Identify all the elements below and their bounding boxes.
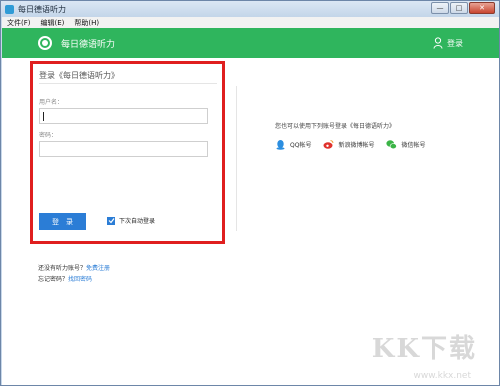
menu-bar: 文件(F) 编辑(E) 帮助(H) (2, 17, 499, 28)
reset-password-link[interactable]: 找回密码 (68, 276, 92, 283)
forgot-text: 忘记密码？ (38, 276, 69, 283)
qq-label: QQ帐号 (290, 142, 312, 149)
app-content: 每日德语听力 登录 登录《每日德语听力》 用户名： 密码： 登 录 下次自动登录… (2, 28, 499, 385)
weibo-icon (323, 140, 334, 149)
wechat-icon (386, 140, 398, 150)
weibo-login-button[interactable]: 新浪微博帐号 (323, 139, 374, 150)
third-party-login: 您也可以使用下列账号登录《每日德语听力》 QQ帐号 新浪微博帐号 微信帐号 (275, 121, 425, 150)
watermark-logo: KK下载 (371, 334, 477, 364)
no-account-text: 还没有听力账号？ (38, 265, 87, 272)
forgot-row: 忘记密码？找回密码 (38, 274, 110, 285)
window-title: 每日德语听力 (18, 4, 66, 14)
minimize-button[interactable]: — (431, 2, 449, 14)
header-login-button[interactable]: 登录 (433, 37, 463, 49)
third-party-providers: QQ帐号 新浪微博帐号 微信帐号 (275, 139, 437, 150)
user-icon (433, 37, 443, 49)
app-window: 每日德语听力 — □ ✕ 文件(F) 编辑(E) 帮助(H) 每日德语听力 登录 (0, 0, 500, 386)
maximize-button[interactable]: □ (450, 2, 468, 14)
qq-icon (276, 140, 285, 150)
menu-edit[interactable]: 编辑(E) (36, 18, 70, 28)
account-links: 还没有听力账号？免费注册 忘记密码？找回密码 (38, 263, 110, 285)
login-panel: 登录《每日德语听力》 用户名： 密码： 登 录 下次自动登录 (30, 61, 470, 244)
app-name: 每日德语听力 (61, 39, 116, 50)
app-header: 每日德语听力 登录 (2, 28, 499, 58)
qq-login-button[interactable]: QQ帐号 (275, 139, 311, 150)
title-bar: 每日德语听力 — □ ✕ (1, 1, 499, 17)
vertical-divider (236, 86, 237, 231)
watermark-url: www.kkx.net (413, 371, 472, 381)
menu-help[interactable]: 帮助(H) (69, 18, 104, 28)
wechat-login-button[interactable]: 微信帐号 (386, 139, 425, 150)
register-row: 还没有听力账号？免费注册 (38, 263, 110, 274)
app-icon (5, 4, 14, 14)
wechat-label: 微信帐号 (401, 142, 426, 149)
logo-icon (38, 36, 52, 50)
weibo-label: 新浪微博帐号 (338, 142, 375, 149)
window-controls: — □ ✕ (430, 2, 495, 14)
register-link[interactable]: 免费注册 (86, 265, 110, 272)
highlight-frame (30, 61, 225, 244)
third-party-title: 您也可以使用下列账号登录《每日德语听力》 (275, 123, 396, 130)
header-login-label: 登录 (447, 38, 463, 48)
close-button[interactable]: ✕ (469, 2, 495, 14)
menu-file[interactable]: 文件(F) (2, 18, 36, 28)
